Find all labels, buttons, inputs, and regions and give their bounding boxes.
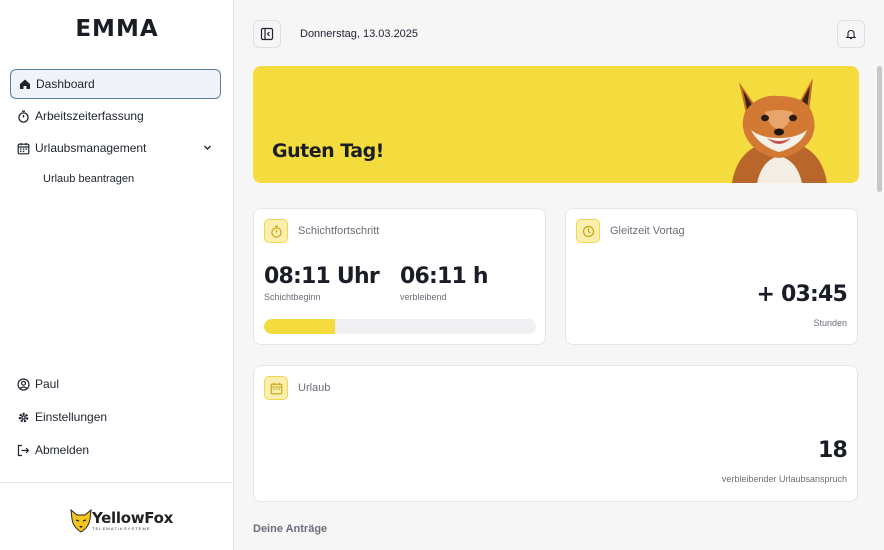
shift-progress-card: Schichtfortschritt 08:11 Uhr Schichtbegi… bbox=[253, 208, 546, 345]
sidebar-item-urlaubsmanagement[interactable]: Urlaubsmanagement bbox=[10, 133, 221, 163]
sidebar-subitem-urlaub-beantragen[interactable]: Urlaub beantragen bbox=[43, 173, 134, 185]
clock-icon bbox=[582, 225, 594, 237]
yellowfox-logo: YellowFox TELEMATIKSYSTEME bbox=[70, 509, 173, 533]
fox-mascot-image bbox=[732, 78, 827, 183]
logo-name: YellowFox bbox=[92, 509, 174, 527]
sidebar-item-label: Urlaubsmanagement bbox=[35, 141, 147, 155]
vacation-caption: verbleibender Urlaubsanspruch bbox=[721, 474, 847, 484]
card-icon-badge bbox=[576, 219, 600, 243]
card-icon-badge bbox=[264, 219, 288, 243]
shift-remaining-value: 06:11 h bbox=[400, 264, 489, 289]
chevron-down-icon[interactable] bbox=[202, 142, 213, 153]
vacation-value: 18 bbox=[817, 438, 848, 463]
fox-logo-icon bbox=[70, 509, 92, 533]
sidebar-collapse-icon bbox=[260, 27, 274, 41]
scrollbar-thumb[interactable] bbox=[877, 66, 882, 192]
shift-remaining-caption: verbleibend bbox=[400, 292, 447, 302]
calendar-icon bbox=[270, 382, 282, 394]
sidebar-divider bbox=[0, 482, 234, 483]
sidebar-item-label: Abmelden bbox=[35, 443, 90, 457]
shift-progress-bar bbox=[264, 319, 536, 334]
home-icon bbox=[18, 78, 31, 91]
notifications-button[interactable] bbox=[837, 20, 865, 48]
sidebar-item-label: Dashboard bbox=[36, 77, 95, 91]
app-title: EMMA bbox=[75, 16, 159, 42]
stopwatch-icon bbox=[17, 110, 30, 123]
sidebar-item-label: Einstellungen bbox=[35, 410, 108, 424]
requests-section-title: Deine Anträge bbox=[253, 523, 328, 535]
card-title: Gleitzeit Vortag bbox=[610, 225, 685, 237]
stopwatch-icon bbox=[270, 225, 282, 238]
sidebar-item-arbeitszeiterfassung[interactable]: Arbeitszeiterfassung bbox=[10, 101, 221, 131]
current-date: Donnerstag, 13.03.2025 bbox=[300, 28, 419, 40]
sidebar-item-profile[interactable]: Paul bbox=[10, 369, 221, 399]
card-icon-badge bbox=[264, 376, 288, 400]
sidebar-item-abmelden[interactable]: Abmelden bbox=[10, 435, 221, 465]
user-circle-icon bbox=[17, 377, 30, 391]
card-title: Urlaub bbox=[298, 382, 331, 394]
logout-icon bbox=[17, 444, 30, 457]
calendar-icon bbox=[17, 142, 30, 155]
vacation-card: Urlaub 18 verbleibender Urlaubsanspruch bbox=[253, 365, 858, 502]
sidebar-toggle-button[interactable] bbox=[253, 20, 281, 48]
main-content: Donnerstag, 13.03.2025 Guten Tag! Schich… bbox=[234, 0, 884, 550]
gear-icon bbox=[17, 411, 30, 424]
shift-progress-fill bbox=[264, 319, 335, 334]
shift-start-caption: Schichtbeginn bbox=[264, 292, 321, 302]
flextime-card: Gleitzeit Vortag + 03:45 Stunden bbox=[565, 208, 858, 345]
sidebar: EMMA Dashboard Arbeitszeiterfassung Urla… bbox=[0, 0, 234, 550]
greeting-text: Guten Tag! bbox=[272, 140, 384, 162]
flextime-caption: Stunden bbox=[813, 318, 847, 328]
sidebar-item-label: Arbeitszeiterfassung bbox=[35, 109, 144, 123]
welcome-banner: Guten Tag! bbox=[253, 66, 859, 183]
sidebar-item-einstellungen[interactable]: Einstellungen bbox=[10, 402, 221, 432]
bell-icon bbox=[845, 29, 857, 40]
flextime-value: + 03:45 bbox=[756, 282, 847, 307]
sidebar-item-label: Paul bbox=[35, 377, 60, 391]
shift-start-value: 08:11 Uhr bbox=[264, 264, 380, 289]
sidebar-item-dashboard[interactable]: Dashboard bbox=[10, 69, 221, 99]
card-title: Schichtfortschritt bbox=[298, 225, 380, 237]
